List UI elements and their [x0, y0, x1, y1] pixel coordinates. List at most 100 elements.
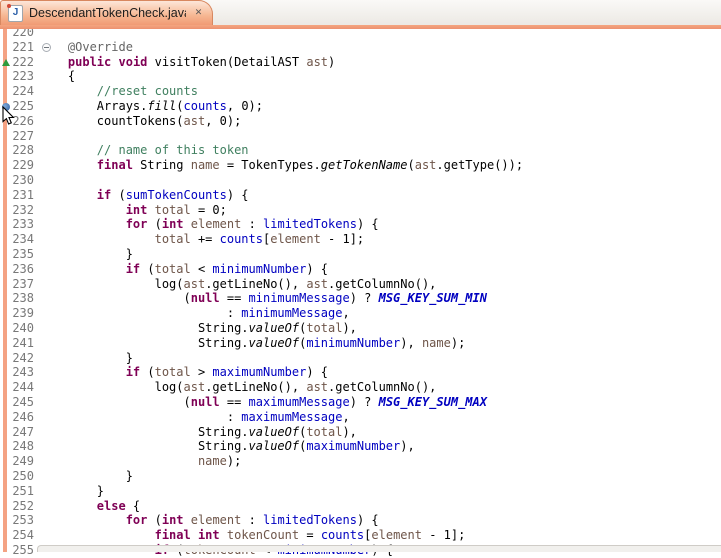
- line-number[interactable]: 223: [6, 69, 34, 84]
- code-text[interactable]: final String name = TokenTypes.getTokenN…: [39, 158, 523, 173]
- code-token: [39, 528, 155, 542]
- code-line: 223 {: [0, 69, 721, 84]
- code-text[interactable]: (null == maximumMessage) ? MSG_KEY_SUM_M…: [39, 395, 487, 410]
- line-number[interactable]: 238: [6, 291, 34, 306]
- line-number[interactable]: 250: [6, 469, 34, 484]
- line-number[interactable]: 251: [6, 484, 34, 499]
- code-area[interactable]: 220221 @Override222 public void visitTok…: [0, 0, 721, 552]
- code-text[interactable]: String.valueOf(total),: [39, 425, 357, 440]
- code-token: ) ?: [350, 291, 379, 305]
- code-token: sumTokenCounts: [126, 188, 227, 202]
- code-token: :: [241, 513, 263, 527]
- code-text[interactable]: log(ast.getLineNo(), ast.getColumnNo(),: [39, 380, 436, 395]
- line-number[interactable]: 239: [6, 306, 34, 321]
- code-token: [39, 143, 97, 157]
- code-text[interactable]: String.valueOf(total),: [39, 321, 357, 336]
- code-token: void: [119, 55, 148, 69]
- line-number[interactable]: 245: [6, 395, 34, 410]
- code-token: (: [407, 158, 414, 172]
- code-text[interactable]: total += counts[element - 1];: [39, 232, 364, 247]
- line-number[interactable]: 253: [6, 513, 34, 528]
- code-token: countTokens(: [39, 114, 184, 128]
- line-number[interactable]: 224: [6, 84, 34, 99]
- line-number[interactable]: 236: [6, 262, 34, 277]
- code-token: ) {: [306, 262, 328, 276]
- code-text[interactable]: }: [39, 469, 133, 484]
- line-number[interactable]: 227: [6, 129, 34, 144]
- code-token: [39, 55, 68, 69]
- code-text[interactable]: }: [39, 247, 133, 262]
- code-text[interactable]: Arrays.fill(counts, 0);: [39, 99, 263, 114]
- code-token: >: [191, 365, 213, 379]
- code-text[interactable]: if (total > maximumNumber) {: [39, 365, 328, 380]
- line-number[interactable]: 231: [6, 188, 34, 203]
- line-number[interactable]: 237: [6, 277, 34, 292]
- line-number[interactable]: 255: [6, 543, 34, 558]
- code-token: int: [126, 203, 148, 217]
- code-token: }: [39, 484, 104, 498]
- line-number[interactable]: 232: [6, 203, 34, 218]
- code-token: =: [299, 528, 321, 542]
- line-number[interactable]: 240: [6, 321, 34, 336]
- code-text[interactable]: countTokens(ast, 0);: [39, 114, 241, 129]
- code-text[interactable]: for (int element : limitedTokens) {: [39, 217, 379, 232]
- line-number[interactable]: 229: [6, 158, 34, 173]
- close-icon[interactable]: ✕: [192, 7, 205, 20]
- code-line: 222 public void visitToken(DetailAST ast…: [0, 55, 721, 70]
- code-line: 250 }: [0, 469, 721, 484]
- code-text[interactable]: @Override: [39, 40, 133, 55]
- horizontal-scrollbar[interactable]: [37, 545, 721, 552]
- code-line: 237 log(ast.getLineNo(), ast.getColumnNo…: [0, 277, 721, 292]
- code-token: ast: [184, 277, 206, 291]
- line-number[interactable]: 246: [6, 410, 34, 425]
- line-number[interactable]: 242: [6, 351, 34, 366]
- code-text[interactable]: String.valueOf(maximumNumber),: [39, 439, 415, 454]
- code-text[interactable]: public void visitToken(DetailAST ast): [39, 55, 335, 70]
- code-token: ast: [306, 55, 328, 69]
- code-line: 231 if (sumTokenCounts) {: [0, 188, 721, 203]
- code-text[interactable]: : maximumMessage,: [39, 410, 350, 425]
- line-number[interactable]: 243: [6, 365, 34, 380]
- code-text[interactable]: }: [39, 351, 133, 366]
- code-text[interactable]: log(ast.getLineNo(), ast.getColumnNo(),: [39, 277, 436, 292]
- tab-descendant-token-check[interactable]: J DescendantTokenCheck.java ✕: [0, 0, 213, 25]
- code-text[interactable]: // name of this token: [39, 143, 249, 158]
- line-number[interactable]: 234: [6, 232, 34, 247]
- line-number[interactable]: 247: [6, 425, 34, 440]
- line-number[interactable]: 248: [6, 439, 34, 454]
- code-text[interactable]: (null == minimumMessage) ? MSG_KEY_SUM_M…: [39, 291, 487, 306]
- code-token: {: [126, 499, 140, 513]
- code-text[interactable]: String.valueOf(minimumNumber), name);: [39, 336, 465, 351]
- code-text[interactable]: }: [39, 484, 104, 499]
- code-token: - 1];: [422, 528, 465, 542]
- code-token: [39, 217, 126, 231]
- line-number[interactable]: 228: [6, 143, 34, 158]
- code-text[interactable]: : minimumMessage,: [39, 306, 350, 321]
- line-number[interactable]: 254: [6, 528, 34, 543]
- line-number[interactable]: 230: [6, 173, 34, 188]
- fold-collapse-icon[interactable]: [42, 43, 51, 52]
- line-number[interactable]: 221: [6, 40, 34, 55]
- line-number[interactable]: 241: [6, 336, 34, 351]
- line-number[interactable]: 222: [6, 55, 34, 70]
- line-number[interactable]: 233: [6, 217, 34, 232]
- line-number[interactable]: 252: [6, 499, 34, 514]
- code-line: 228 // name of this token: [0, 143, 721, 158]
- code-text[interactable]: else {: [39, 499, 140, 514]
- code-text[interactable]: //reset counts: [39, 84, 198, 99]
- code-line: 224 //reset counts: [0, 84, 721, 99]
- code-text[interactable]: for (int element : limitedTokens) {: [39, 513, 379, 528]
- code-text[interactable]: if (sumTokenCounts) {: [39, 188, 249, 203]
- code-text[interactable]: name);: [39, 454, 241, 469]
- code-text[interactable]: final int tokenCount = counts[element - …: [39, 528, 465, 543]
- line-number[interactable]: 244: [6, 380, 34, 395]
- code-token: minimumMessage: [241, 306, 342, 320]
- code-text[interactable]: {: [39, 69, 75, 84]
- line-number[interactable]: 235: [6, 247, 34, 262]
- code-text[interactable]: int total = 0;: [39, 203, 227, 218]
- code-token: null: [191, 291, 220, 305]
- code-text[interactable]: if (total < minimumNumber) {: [39, 262, 328, 277]
- code-token: if: [126, 262, 140, 276]
- line-number[interactable]: 249: [6, 454, 34, 469]
- code-token: <: [191, 262, 213, 276]
